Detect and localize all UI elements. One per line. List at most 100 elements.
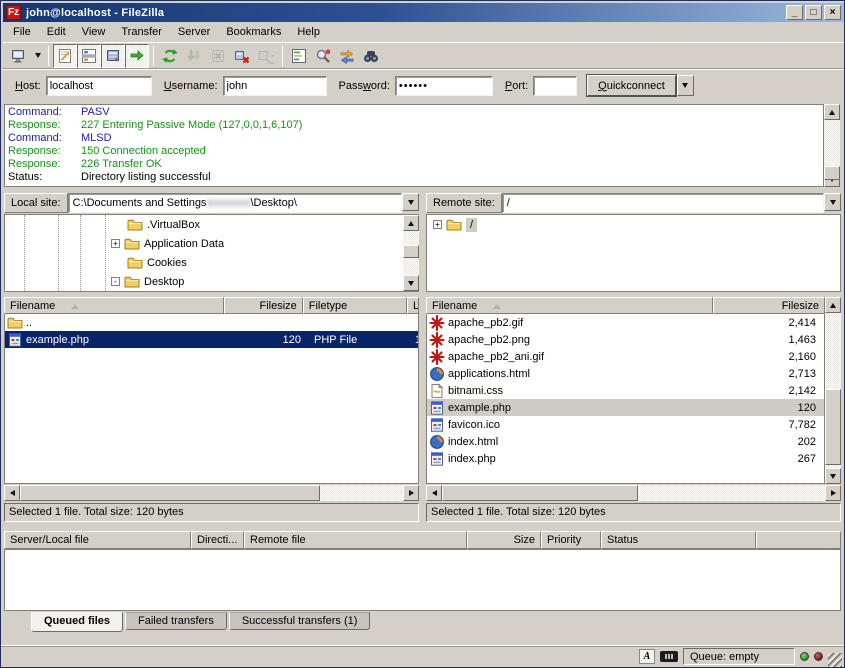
column-header-filetype[interactable]: Filetype: [303, 297, 407, 314]
message-log[interactable]: Command:PASV Response:227 Entering Passi…: [4, 104, 824, 187]
tree-item-application-data[interactable]: + Application Data: [5, 234, 418, 253]
tree-item-root[interactable]: + /: [427, 215, 840, 234]
tab-queued-files[interactable]: Queued files: [31, 612, 123, 632]
password-input[interactable]: [395, 76, 493, 96]
menu-transfer[interactable]: Transfer: [113, 23, 170, 41]
disconnect-button[interactable]: [230, 44, 254, 68]
menu-file[interactable]: File: [5, 23, 39, 41]
synchronized-browsing-button[interactable]: [335, 44, 359, 68]
quickconnect-dropdown[interactable]: [677, 75, 694, 96]
directory-listing-filters-button[interactable]: [287, 44, 311, 68]
php-file-icon: [429, 451, 445, 467]
menu-edit[interactable]: Edit: [39, 23, 74, 41]
speed-limits-icon[interactable]: [660, 651, 678, 662]
column-header-filename[interactable]: Filename: [426, 297, 713, 314]
find-files-button[interactable]: [359, 44, 383, 68]
local-tree-scrollbar[interactable]: [403, 215, 419, 291]
tree-item-virtualbox[interactable]: .VirtualBox: [5, 215, 418, 234]
cancel-operation-button[interactable]: [206, 44, 230, 68]
log-scrollbar[interactable]: [824, 104, 840, 187]
scroll-right-button[interactable]: [825, 485, 841, 501]
tab-successful-transfers[interactable]: Successful transfers (1): [229, 612, 371, 630]
toggle-remote-tree-button[interactable]: [101, 44, 125, 68]
menu-server[interactable]: Server: [170, 23, 218, 41]
resize-grip[interactable]: [828, 653, 842, 667]
maximize-button[interactable]: □: [805, 5, 822, 20]
column-header-priority[interactable]: Priority: [541, 531, 601, 549]
host-input[interactable]: [46, 76, 152, 96]
queue-list[interactable]: [4, 549, 841, 611]
process-queue-button[interactable]: [182, 44, 206, 68]
port-input[interactable]: [533, 76, 577, 96]
scroll-left-button[interactable]: [4, 485, 20, 501]
site-manager-dropdown[interactable]: [31, 45, 44, 67]
column-header-status[interactable]: Status: [601, 531, 756, 549]
column-header-modified[interactable]: L: [407, 297, 419, 314]
local-file-list[interactable]: .. example.php 120 PHP File 1: [4, 314, 419, 484]
toggle-message-log-button[interactable]: [53, 44, 77, 68]
column-header-filesize[interactable]: Filesize: [713, 297, 825, 314]
site-manager-button[interactable]: [7, 44, 31, 68]
collapse-icon[interactable]: -: [111, 277, 120, 286]
directory-comparison-button[interactable]: [311, 44, 335, 68]
remote-directory-tree[interactable]: + /: [426, 214, 841, 292]
css-file-icon: [429, 383, 445, 399]
menu-bookmarks[interactable]: Bookmarks: [218, 23, 289, 41]
expand-icon[interactable]: +: [433, 220, 442, 229]
column-header-remote-file[interactable]: Remote file: [244, 531, 467, 549]
file-row[interactable]: apache_pb2.png1,463: [427, 331, 824, 348]
file-row-selected[interactable]: example.php120: [427, 399, 824, 416]
column-header-direction[interactable]: Directi...: [191, 531, 244, 549]
scroll-thumb[interactable]: [825, 389, 841, 465]
file-row-parent[interactable]: ..: [5, 314, 418, 331]
remote-list-hscrollbar[interactable]: [426, 485, 841, 501]
local-site-dropdown[interactable]: [402, 193, 419, 211]
file-row[interactable]: index.html202: [427, 433, 824, 450]
column-header-filename[interactable]: Filename: [4, 297, 224, 314]
local-site-combobox[interactable]: C:\Documents and Settingsxxxxxxxx\Deskto…: [68, 193, 402, 213]
remote-site-dropdown[interactable]: [824, 193, 841, 211]
column-header-size[interactable]: Size: [467, 531, 541, 549]
scroll-right-button[interactable]: [403, 485, 419, 501]
file-row[interactable]: bitnami.css2,142: [427, 382, 824, 399]
scroll-up-button[interactable]: [403, 215, 419, 231]
tree-item-desktop[interactable]: - Desktop: [5, 272, 418, 291]
scroll-left-button[interactable]: [426, 485, 442, 501]
transfer-type-icon[interactable]: A: [639, 649, 655, 664]
refresh-button[interactable]: [158, 44, 182, 68]
quickconnect-button[interactable]: Quickconnect: [587, 75, 676, 96]
remote-file-list[interactable]: apache_pb2.gif2,414 apache_pb2.png1,463 …: [426, 314, 825, 484]
scroll-thumb[interactable]: [442, 485, 638, 501]
minimize-button[interactable]: _: [786, 5, 803, 20]
local-list-hscrollbar[interactable]: [4, 485, 419, 501]
local-directory-tree[interactable]: .VirtualBox + Application Data Cookies -…: [4, 214, 419, 292]
column-header-filesize[interactable]: Filesize: [224, 297, 303, 314]
menu-help[interactable]: Help: [289, 23, 328, 41]
scroll-down-button[interactable]: [403, 275, 419, 291]
column-header-server-local-file[interactable]: Server/Local file: [4, 531, 191, 549]
tree-item-cookies[interactable]: Cookies: [5, 253, 418, 272]
menu-view[interactable]: View: [74, 23, 114, 41]
file-row-selected[interactable]: example.php 120 PHP File 1: [5, 331, 418, 348]
file-row[interactable]: apache_pb2_ani.gif2,160: [427, 348, 824, 365]
scroll-thumb[interactable]: [403, 245, 419, 258]
reconnect-button[interactable]: [254, 44, 278, 68]
toggle-transfer-queue-button[interactable]: [125, 44, 149, 68]
remote-site-combobox[interactable]: /: [502, 193, 824, 213]
scroll-down-button[interactable]: [825, 468, 841, 484]
file-row[interactable]: index.php267: [427, 450, 824, 467]
close-button[interactable]: ×: [824, 5, 841, 20]
title-bar[interactable]: Fz john@localhost - FileZilla _ □ ×: [3, 3, 844, 22]
scroll-up-button[interactable]: [825, 297, 841, 313]
file-row[interactable]: apache_pb2.gif2,414: [427, 314, 824, 331]
file-row[interactable]: applications.html2,713: [427, 365, 824, 382]
toggle-local-tree-button[interactable]: [77, 44, 101, 68]
remote-list-vscrollbar[interactable]: [825, 297, 841, 484]
scroll-thumb[interactable]: [824, 166, 840, 180]
scroll-thumb[interactable]: [20, 485, 320, 501]
scroll-up-button[interactable]: [824, 104, 840, 120]
username-input[interactable]: [223, 76, 327, 96]
file-row[interactable]: favicon.ico7,782: [427, 416, 824, 433]
expand-icon[interactable]: +: [111, 239, 120, 248]
tab-failed-transfers[interactable]: Failed transfers: [125, 612, 227, 630]
